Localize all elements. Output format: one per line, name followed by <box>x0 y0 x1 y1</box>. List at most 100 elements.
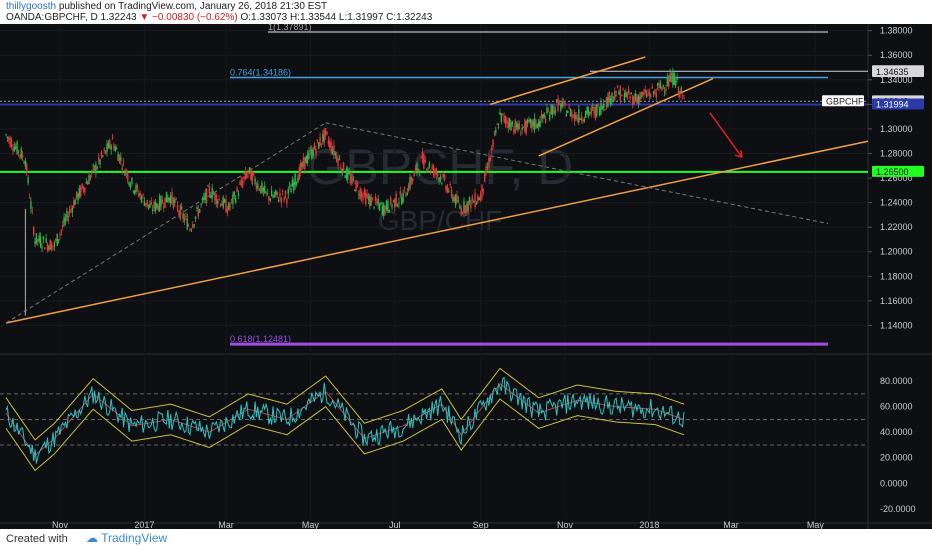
chart-area[interactable]: GBPCHF, D GBP/CHF 1(1.37891) 0.764(1.3418… <box>0 22 932 530</box>
candle-body <box>140 196 143 203</box>
candle-body <box>547 111 550 113</box>
forecast-arrow <box>709 112 743 158</box>
candle-body <box>389 197 392 205</box>
candle-body <box>305 155 307 164</box>
candle-body <box>193 224 195 226</box>
change-value: −0.00830 (−0.62%) <box>152 12 238 23</box>
candle-body <box>435 168 438 175</box>
candle-body <box>374 196 377 202</box>
candle-body <box>348 172 350 175</box>
candle-body <box>456 195 458 203</box>
candle-body <box>644 89 646 93</box>
candle-body <box>120 157 122 161</box>
tradingview-logo[interactable]: ☁ TradingView <box>86 531 167 545</box>
candle-body <box>82 187 85 191</box>
candle-body <box>344 176 346 178</box>
candle-body <box>432 165 435 176</box>
candle-body <box>99 159 101 165</box>
candle-body <box>225 199 227 213</box>
candle-body <box>190 229 193 231</box>
candle-body <box>466 203 468 213</box>
candle-body <box>369 195 371 207</box>
author-link[interactable]: thillygoosth <box>6 1 56 12</box>
candle-body <box>533 117 536 130</box>
candle-body <box>510 123 512 131</box>
candle-body <box>674 80 677 87</box>
candle-body <box>604 109 606 111</box>
candle-body <box>622 88 624 90</box>
candle-body <box>524 119 526 132</box>
candle-body <box>302 157 305 166</box>
candle-body <box>298 167 301 180</box>
candle-body <box>52 245 54 247</box>
candle-body <box>131 177 133 184</box>
candle-body <box>551 105 554 115</box>
created-with-label: Created with <box>6 533 68 545</box>
candle-body <box>481 184 483 198</box>
candle-body <box>582 120 584 122</box>
candle-body <box>308 150 310 159</box>
candle-body <box>290 188 292 193</box>
candle-body <box>229 205 231 208</box>
grid <box>0 24 932 529</box>
candle-body <box>319 137 321 146</box>
candle-body <box>392 200 395 202</box>
candle-body <box>269 198 271 201</box>
candle-body <box>85 182 87 184</box>
candle-body <box>14 146 17 149</box>
candle-body <box>388 209 390 213</box>
candle-body <box>37 239 39 242</box>
candle-body <box>436 174 439 176</box>
candle-body <box>417 168 420 170</box>
candle-body <box>17 150 20 154</box>
candle-body <box>161 199 164 204</box>
candle-body <box>355 180 357 192</box>
candle-body <box>179 205 182 220</box>
candle-body <box>262 187 265 192</box>
candle-body <box>367 197 370 200</box>
candle-body <box>345 168 348 179</box>
dashed-diagonal <box>5 122 326 324</box>
candle-body <box>647 92 649 94</box>
candle-body <box>544 118 547 123</box>
candle-body <box>673 73 675 85</box>
candle-body <box>259 185 262 193</box>
time-axis[interactable]: Nov 2017 Mar May Jul Sep Nov 2018 Mar May <box>52 520 824 530</box>
candle-body <box>151 209 154 211</box>
candle-body <box>70 208 72 210</box>
candle-body <box>341 169 343 174</box>
candle-body <box>221 203 223 206</box>
candle-body <box>74 200 76 205</box>
candle-body <box>250 168 252 181</box>
candle-body <box>518 123 521 130</box>
price-label: 1.26500 <box>876 167 909 177</box>
candle-body <box>477 196 479 202</box>
candle-body <box>315 148 317 155</box>
candle-body <box>564 101 566 106</box>
candle-body <box>558 101 561 103</box>
candle-body <box>175 198 177 200</box>
candle-body <box>468 197 471 202</box>
candle-body <box>142 194 144 196</box>
candle-body <box>537 120 540 127</box>
candle-body <box>627 88 630 93</box>
candle-body <box>492 139 494 147</box>
candle-body <box>482 188 485 191</box>
candle-body <box>576 118 579 120</box>
candle-body <box>56 233 58 246</box>
candle-body <box>176 204 179 211</box>
candle-body <box>288 185 291 187</box>
candle-body <box>531 119 533 129</box>
candle-body <box>573 112 576 122</box>
candle-body <box>340 167 342 169</box>
candle-body <box>578 109 580 123</box>
time-tick-label: May <box>302 520 320 529</box>
candle-body <box>356 183 359 186</box>
candle-body <box>26 164 28 174</box>
candle-body <box>312 149 314 157</box>
candle-body <box>300 163 302 173</box>
candle-body <box>330 142 332 152</box>
footer: Created with ☁ TradingView <box>0 529 932 550</box>
price-chart-svg[interactable]: GBPCHF, D GBP/CHF 1(1.37891)0.764(1.3418… <box>0 22 932 530</box>
candle-body <box>658 84 660 88</box>
